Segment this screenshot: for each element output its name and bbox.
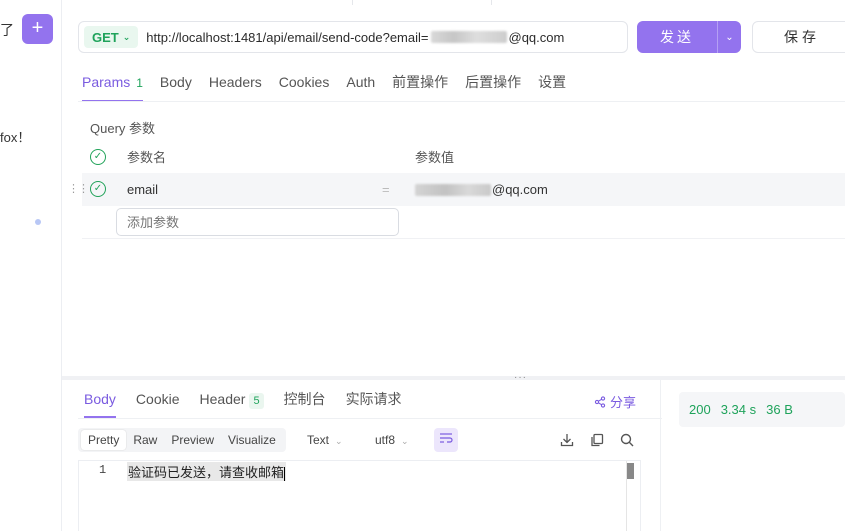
save-label: 保存 [784,29,820,45]
response-time: 3.34 s [720,402,757,417]
tab-params[interactable]: Params 1 [82,64,143,102]
response-tab-actual-request[interactable]: 实际请求 [346,380,402,418]
share-label: 分享 [610,395,637,410]
param-name-header: 参数名 [127,150,167,165]
share-icon [594,395,606,408]
param-name[interactable]: email [127,182,158,197]
response-tab-header[interactable]: Header 5 [200,380,264,418]
param-value-suffix: @qq.com [492,182,548,197]
top-tab-edge [352,0,492,5]
redacted-email-mask [415,183,491,196]
main-panel: GET ⌄ http://localhost:1481/api/email/se… [62,0,845,531]
response-tab-body[interactable]: Body [84,380,116,418]
params-header-row: ✓ 参数名 参数值 [82,141,845,172]
format-switcher: Pretty Raw Preview Visualize [78,428,286,452]
share-button[interactable]: 分享 [594,392,636,411]
send-label: 发送 [660,29,694,45]
response-tabs-divider [78,418,662,419]
status-code: 200 [689,402,711,417]
sidebar-cut-text: 了 [0,22,14,38]
method-select[interactable]: GET ⌄ [84,26,139,48]
format-raw[interactable]: Raw [126,430,164,450]
encoding-select[interactable]: utf8 ⌄ [375,433,409,447]
sidebar-dot [35,219,41,225]
plus-icon: + [31,17,44,39]
param-value[interactable]: @qq.com [415,182,548,197]
chevron-down-icon: ⌄ [401,436,409,446]
sidebar-cut-text-2: fox！ [0,130,31,145]
copy-icon[interactable] [589,432,605,448]
chevron-down-icon: ⌄ [122,31,131,42]
word-wrap-button[interactable] [434,428,458,452]
param-value-header: 参数值 [415,150,455,165]
tab-cookies[interactable]: Cookies [279,64,330,102]
drag-handle-icon[interactable]: ⋮⋮ [68,183,89,195]
status-divider [660,380,661,531]
url-prefix: http://localhost:1481/api/email/send-cod… [146,29,429,45]
redacted-email-mask [430,31,507,43]
response-text: 验证码已发送，请查收邮箱 [128,465,285,480]
save-button[interactable]: 保存 [752,21,845,53]
encoding-value: utf8 [375,433,396,447]
download-icon[interactable] [559,432,575,448]
format-pretty[interactable]: Pretty [81,430,127,450]
tab-pre-script[interactable]: 前置操作 [392,64,448,102]
param-enabled-checkbox[interactable]: ✓ [90,181,106,197]
select-all-checkbox[interactable]: ✓ [90,148,106,165]
tab-label: Header [199,391,246,407]
response-size: 36 B [766,402,793,417]
response-tab-cookie[interactable]: Cookie [136,380,180,418]
query-section-title: Query 参数 [90,121,156,136]
tab-settings[interactable]: 设置 [538,64,566,102]
add-param-input[interactable] [116,208,399,236]
response-tab-console[interactable]: 控制台 [284,380,326,418]
tab-label: Params [82,74,131,90]
response-line[interactable]: 验证码已发送，请查收邮箱 [127,462,287,481]
url-suffix: @qq.com [508,29,565,45]
tab-auth[interactable]: Auth [346,64,375,102]
method-label: GET [92,29,119,45]
response-editor[interactable]: 1 验证码已发送，请查收邮箱 [78,460,641,531]
content-type-select[interactable]: Text ⌄ [307,433,343,447]
header-count-badge: 5 [249,393,264,409]
line-number: 1 [99,463,107,477]
format-visualize[interactable]: Visualize [221,430,283,450]
format-preview[interactable]: Preview [164,430,221,450]
response-tabs: Body Cookie Header 5 控制台 实际请求 [84,380,422,418]
send-button[interactable]: 发送 ⌄ [637,21,741,53]
tab-post-script[interactable]: 后置操作 [465,64,521,102]
param-equals: = [382,182,390,197]
text-cursor [284,466,286,481]
chevron-down-icon: ⌄ [335,436,343,446]
response-status: 200 3.34 s 36 B [679,392,845,427]
response-panel: Body Cookie Header 5 控制台 实际请求 分享 Pretty R… [62,380,662,531]
wrap-icon [440,433,453,443]
tab-headers[interactable]: Headers [209,64,262,102]
params-divider [82,238,845,239]
request-tabs: Params 1 Body Headers Cookies Auth 前置操作 后… [82,64,583,102]
param-row[interactable]: ⋮⋮ ✓ email = @qq.com [68,173,845,206]
url-input[interactable]: http://localhost:1481/api/email/send-cod… [146,30,564,45]
left-sidebar: 了 + fox！ [0,0,62,531]
url-bar[interactable]: GET ⌄ http://localhost:1481/api/email/se… [78,21,628,53]
tabs-divider [78,101,845,102]
editor-scrollbar[interactable] [627,463,634,479]
search-icon[interactable] [619,432,635,448]
tab-body[interactable]: Body [160,64,192,102]
tab-count: 1 [136,76,143,90]
add-button[interactable]: + [22,14,53,44]
content-type-value: Text [307,433,330,447]
chevron-down-icon[interactable]: ⌄ [718,32,741,43]
